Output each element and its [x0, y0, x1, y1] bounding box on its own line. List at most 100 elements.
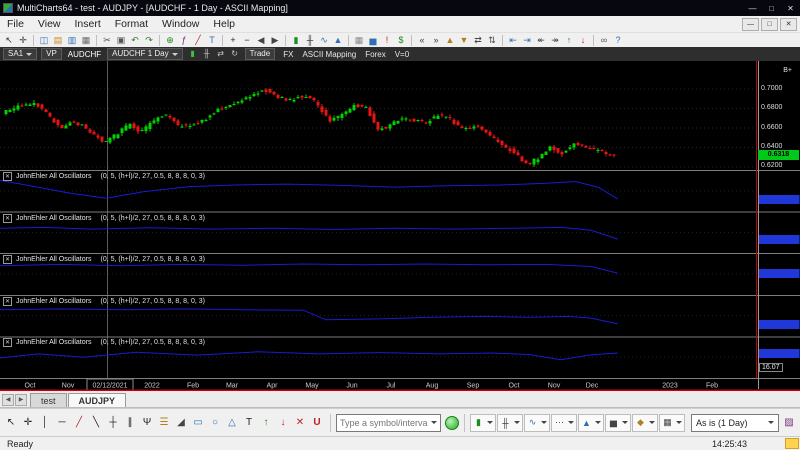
- zoom-in-icon[interactable]: +: [226, 34, 240, 47]
- menu-item-format[interactable]: Format: [108, 17, 155, 31]
- grid-toggle-icon[interactable]: ▦: [352, 34, 366, 47]
- draw-triangle-icon[interactable]: △: [224, 414, 240, 431]
- maximize-button[interactable]: □: [762, 0, 781, 16]
- insert-study-icon[interactable]: ƒ: [177, 34, 191, 47]
- trade-panel-icon[interactable]: $: [394, 34, 408, 47]
- area-type-button[interactable]: ▲: [578, 414, 604, 432]
- mdi-minimize-button[interactable]: —: [742, 18, 759, 31]
- close-button[interactable]: ✕: [781, 0, 800, 16]
- indicator-close-icon[interactable]: ✕: [3, 214, 12, 223]
- draw-parallel-channel-icon[interactable]: ∥: [122, 414, 138, 431]
- symbol-label[interactable]: AUDCHF: [66, 50, 103, 59]
- renko-type-button[interactable]: ▦: [659, 414, 685, 432]
- insert-symbol-icon[interactable]: ⊕: [163, 34, 177, 47]
- line-style-icon[interactable]: ∿: [317, 34, 331, 47]
- draw-arrow-up-icon[interactable]: ↑: [258, 414, 274, 431]
- arrow-down-icon[interactable]: ▼: [457, 34, 471, 47]
- link-windows-icon[interactable]: ∞: [597, 34, 611, 47]
- draw-rectangle-icon[interactable]: ▭: [190, 414, 206, 431]
- draw-trendline-icon[interactable]: ╱: [71, 414, 87, 431]
- mdi-restore-button[interactable]: □: [761, 18, 778, 31]
- draw-ray-icon[interactable]: ╲: [88, 414, 104, 431]
- notification-box[interactable]: [785, 438, 799, 449]
- scroll-right-icon[interactable]: ▶: [268, 34, 282, 47]
- mdi-close-button[interactable]: ✕: [780, 18, 797, 31]
- header-candle-icon[interactable]: ▮: [187, 48, 199, 60]
- redo-icon[interactable]: ↷: [142, 34, 156, 47]
- volume-toggle-icon[interactable]: ▅: [366, 34, 380, 47]
- resolution-select[interactable]: As is (1 Day): [691, 414, 779, 432]
- remove-drawing-icon[interactable]: ✕: [292, 414, 308, 431]
- swap-horizontal-icon[interactable]: ⇄: [471, 34, 485, 47]
- draw-horizontal-line-icon[interactable]: ─: [54, 414, 70, 431]
- volume-mode-label[interactable]: V=0: [395, 50, 409, 59]
- draw-text-icon[interactable]: T: [241, 414, 257, 431]
- draw-pointer-icon[interactable]: ↖: [3, 414, 19, 431]
- draw-cross-line-icon[interactable]: ┼: [105, 414, 121, 431]
- tab-scroll-right-button[interactable]: ▶: [15, 394, 27, 406]
- minimize-button[interactable]: —: [743, 0, 762, 16]
- bar-style-icon[interactable]: ╫: [303, 34, 317, 47]
- line-type-button[interactable]: ∿: [524, 414, 550, 432]
- new-chart-icon[interactable]: ◫: [37, 34, 51, 47]
- step-forward-icon[interactable]: ↠: [548, 34, 562, 47]
- undo-icon[interactable]: ↶: [128, 34, 142, 47]
- ascii-mapping-mode-label[interactable]: ASCII Mapping: [302, 50, 356, 59]
- heikin-ashi-type-button[interactable]: ◆: [632, 414, 658, 432]
- header-refresh-icon[interactable]: ↻: [229, 48, 241, 60]
- indicator-close-icon[interactable]: ✕: [3, 338, 12, 347]
- trade-button[interactable]: Trade: [245, 48, 276, 60]
- forex-mode-label[interactable]: Forex: [365, 50, 385, 59]
- tab-test[interactable]: test: [30, 393, 67, 407]
- menu-item-insert[interactable]: Insert: [68, 17, 108, 31]
- draw-fib-retracement-icon[interactable]: ☰: [156, 414, 172, 431]
- candlestick-type-button[interactable]: ▮: [470, 414, 496, 432]
- arrow-up-icon[interactable]: ▲: [443, 34, 457, 47]
- header-compress-icon[interactable]: ⇄: [215, 48, 227, 60]
- chevron-down-icon[interactable]: [431, 421, 437, 424]
- indicator-close-icon[interactable]: ✕: [3, 255, 12, 264]
- alerts-icon[interactable]: !: [380, 34, 394, 47]
- style-apply-icon[interactable]: ▨: [781, 414, 797, 431]
- pan-up-icon[interactable]: ↑: [562, 34, 576, 47]
- scroll-left-icon[interactable]: ◀: [254, 34, 268, 47]
- tab-audjpy[interactable]: AUDJPY: [68, 393, 127, 407]
- pan-down-icon[interactable]: ↓: [576, 34, 590, 47]
- chart-area[interactable]: OctNov02/12/20212022FebMarAprMayJunJulAu…: [0, 61, 800, 391]
- tab-scroll-left-button[interactable]: ◀: [2, 394, 14, 406]
- swap-vertical-icon[interactable]: ⇅: [485, 34, 499, 47]
- sa1-dropdown[interactable]: SA1: [3, 48, 37, 60]
- draw-pitchfork-icon[interactable]: Ψ: [139, 414, 155, 431]
- dock-left-icon[interactable]: ⇤: [506, 34, 520, 47]
- copy-icon[interactable]: ▣: [114, 34, 128, 47]
- candle-style-icon[interactable]: ▮: [289, 34, 303, 47]
- area-style-icon[interactable]: ▲: [331, 34, 345, 47]
- draw-crosshair-icon[interactable]: ✛: [20, 414, 36, 431]
- magnet-mode-icon[interactable]: U: [309, 414, 325, 431]
- indicator-close-icon[interactable]: ✕: [3, 297, 12, 306]
- crosshair-icon[interactable]: ✛: [16, 34, 30, 47]
- symbol-combo[interactable]: [336, 414, 441, 432]
- draw-gann-fan-icon[interactable]: ◢: [173, 414, 189, 431]
- insert-text-icon[interactable]: T: [205, 34, 219, 47]
- help-icon[interactable]: ?: [611, 34, 625, 47]
- series-dropdown[interactable]: AUDCHF 1 Day: [107, 48, 182, 60]
- ohlc-bar-type-button[interactable]: ╫: [497, 414, 523, 432]
- pointer-icon[interactable]: ↖: [2, 34, 16, 47]
- indicator-close-icon[interactable]: ✕: [3, 172, 12, 181]
- insert-trendline-icon[interactable]: ╱: [191, 34, 205, 47]
- draw-ellipse-icon[interactable]: ○: [207, 414, 223, 431]
- vp-button[interactable]: VP: [41, 48, 62, 60]
- print-icon[interactable]: ▦: [79, 34, 93, 47]
- open-workspace-icon[interactable]: ▤: [51, 34, 65, 47]
- histogram-type-button[interactable]: ▅: [605, 414, 631, 432]
- fx-mode-label[interactable]: FX: [283, 50, 293, 59]
- menu-item-window[interactable]: Window: [155, 17, 206, 31]
- menu-item-help[interactable]: Help: [206, 17, 242, 31]
- compress-right-icon[interactable]: »: [429, 34, 443, 47]
- dot-type-button[interactable]: ⋯: [551, 414, 577, 432]
- dock-right-icon[interactable]: ⇥: [520, 34, 534, 47]
- menu-item-view[interactable]: View: [31, 17, 68, 31]
- symbol-interval-input[interactable]: [340, 418, 428, 428]
- compress-left-icon[interactable]: «: [415, 34, 429, 47]
